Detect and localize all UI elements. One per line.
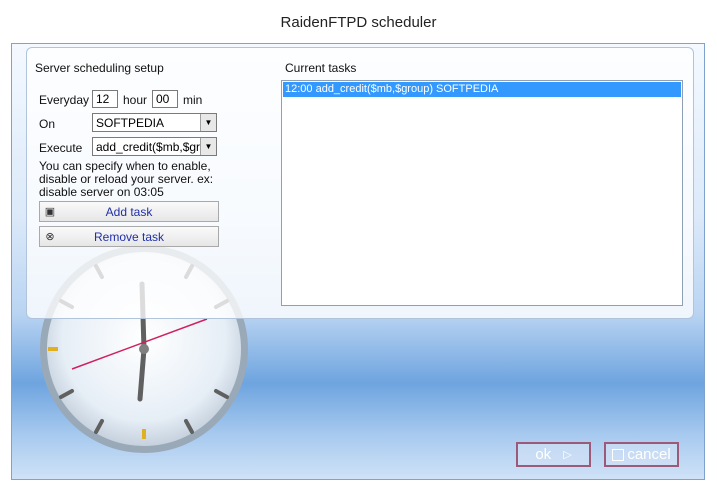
scheduler-window: RaidenFTPD scheduler Server scheduling s…: [0, 0, 717, 500]
on-select[interactable]: SOFTPEDIA ▼: [92, 113, 217, 132]
chevron-down-icon[interactable]: ▼: [200, 114, 216, 131]
tasks-list[interactable]: 12:00 add_credit($mb,$group) SOFTPEDIA: [281, 80, 683, 306]
remove-task-button[interactable]: ⊗ Remove task: [39, 226, 219, 247]
minute-input[interactable]: [152, 90, 178, 108]
list-item[interactable]: 12:00 add_credit($mb,$group) SOFTPEDIA: [283, 82, 681, 97]
cancel-button[interactable]: cancel: [604, 442, 679, 467]
chevron-down-icon[interactable]: ▼: [200, 138, 216, 155]
ok-button[interactable]: ok ▷: [516, 442, 591, 467]
settings-panel: Server scheduling setup Everyday hour mi…: [26, 47, 694, 319]
remove-task-icon: ⊗: [45, 231, 55, 243]
checkbox-icon: [612, 448, 625, 461]
window-title: RaidenFTPD scheduler: [280, 13, 437, 31]
add-task-label: Add task: [105, 204, 153, 219]
add-task-icon: ▣: [44, 206, 56, 218]
client-area: Server scheduling setup Everyday hour mi…: [11, 43, 705, 480]
scheduling-section-title: Server scheduling setup: [35, 61, 164, 75]
add-task-button[interactable]: ▣ Add task: [39, 201, 219, 222]
ok-label: ok: [535, 446, 552, 463]
on-label: On: [39, 117, 56, 131]
current-tasks-title: Current tasks: [285, 61, 357, 75]
play-icon: ▷: [563, 449, 572, 461]
on-select-value: SOFTPEDIA: [96, 115, 165, 130]
execute-select-value: add_credit($mb,$grou: [96, 139, 200, 154]
title-bar: RaidenFTPD scheduler: [0, 0, 717, 44]
everyday-label: Everyday: [39, 93, 90, 107]
remove-task-label: Remove task: [93, 229, 165, 244]
hour-input[interactable]: [92, 90, 118, 108]
min-label: min: [183, 93, 203, 107]
help-text: You can specify when to enable, disable …: [39, 159, 214, 199]
cancel-label: cancel: [627, 446, 671, 463]
hour-label: hour: [123, 93, 148, 107]
execute-select[interactable]: add_credit($mb,$grou ▼: [92, 137, 217, 156]
execute-label: Execute: [39, 141, 83, 155]
